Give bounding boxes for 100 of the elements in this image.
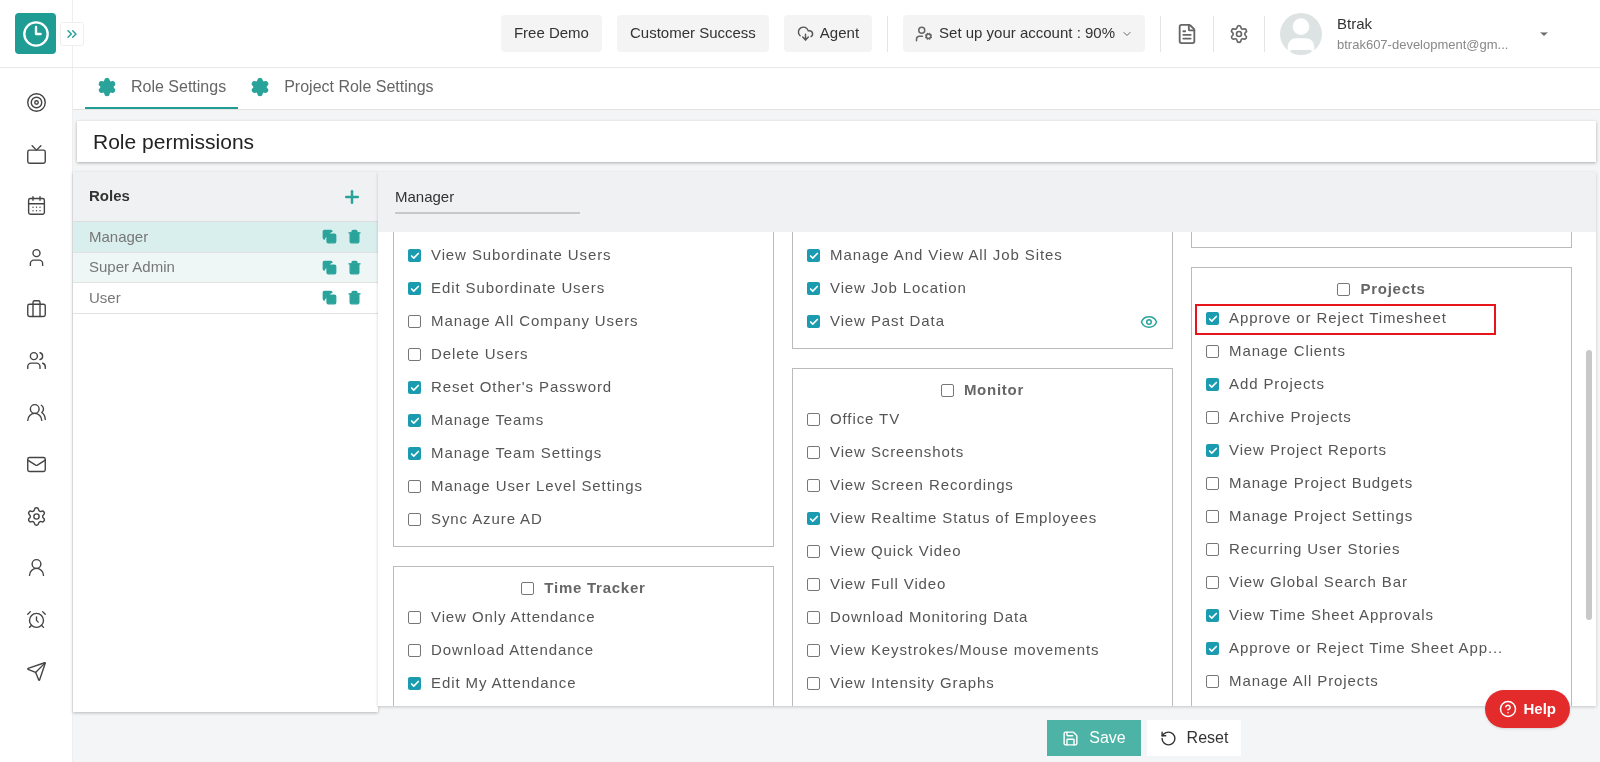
users-icon[interactable] — [25, 350, 47, 372]
agent-button[interactable]: Agent — [783, 15, 873, 52]
header-button[interactable]: Customer Success — [616, 15, 769, 52]
checkbox[interactable] — [807, 479, 820, 492]
permission-label: View Full Video — [830, 574, 947, 595]
tab[interactable]: Role Settings — [85, 67, 239, 109]
gear-icon — [250, 77, 271, 97]
delete-icon[interactable] — [347, 290, 362, 306]
delete-icon[interactable] — [347, 229, 362, 245]
checkbox[interactable] — [807, 512, 820, 525]
calendar-icon[interactable] — [25, 195, 47, 217]
page-title: Role permissions — [93, 128, 255, 155]
permission-label: View Only Attendance — [431, 607, 596, 628]
delete-icon[interactable] — [347, 259, 362, 275]
checkbox[interactable] — [1206, 345, 1219, 358]
header-button[interactable]: Free Demo — [500, 15, 602, 52]
role-name-field[interactable]: Manager — [395, 182, 580, 214]
permission-label: View Realtime Status of Employees — [830, 508, 1098, 529]
checkbox[interactable] — [940, 383, 954, 397]
checkbox[interactable] — [408, 480, 421, 493]
team-icon[interactable] — [25, 402, 47, 424]
expand-button[interactable] — [60, 22, 84, 46]
checkbox[interactable] — [1206, 444, 1219, 457]
send-icon[interactable] — [25, 660, 47, 682]
permission-label: Manage Teams — [431, 410, 545, 431]
role-item[interactable]: Super Admin — [73, 252, 378, 283]
gear-icon — [97, 77, 117, 97]
permission-label: View Job Location — [830, 278, 967, 299]
permission-label: Add Projects — [1229, 374, 1325, 395]
checkbox[interactable] — [408, 447, 421, 460]
permission-label: Edit Subordinate Users — [431, 278, 606, 299]
checkbox[interactable] — [807, 413, 820, 426]
checkbox[interactable] — [408, 611, 421, 624]
checkbox[interactable] — [1206, 411, 1219, 424]
permission-label: View Screenshots — [830, 442, 965, 463]
permission-label: Manage Team Settings — [431, 443, 603, 464]
checkbox[interactable] — [807, 677, 820, 690]
checkbox[interactable] — [408, 282, 421, 295]
checkbox[interactable] — [521, 581, 535, 595]
permission-label: Reset Other's Password — [431, 377, 613, 398]
roles-title: Roles — [89, 186, 130, 207]
checkbox[interactable] — [807, 578, 820, 591]
checkbox[interactable] — [807, 315, 820, 328]
checkbox[interactable] — [807, 644, 820, 657]
checkbox[interactable] — [408, 381, 421, 394]
copy-icon[interactable] — [322, 259, 337, 275]
reset-icon — [1159, 729, 1177, 747]
checkbox[interactable] — [408, 513, 421, 526]
checkbox[interactable] — [1206, 609, 1219, 622]
tab[interactable]: Project Role Settings — [238, 67, 446, 109]
permission-label: Manage Project Settings — [1229, 506, 1414, 527]
permission-label: View Project Reports — [1229, 440, 1387, 461]
checkbox[interactable] — [1206, 543, 1219, 556]
copy-icon[interactable] — [322, 290, 337, 306]
permission-label: View Time Sheet Approvals — [1229, 605, 1434, 626]
checkbox[interactable] — [408, 677, 421, 690]
permission-label: Office TV — [830, 409, 901, 430]
settings-icon[interactable] — [1229, 23, 1249, 44]
settings-icon[interactable] — [25, 505, 47, 527]
checkbox[interactable] — [408, 315, 421, 328]
checkbox[interactable] — [408, 249, 421, 262]
briefcase-icon[interactable] — [25, 298, 47, 320]
alarm-clock-icon[interactable] — [25, 608, 47, 630]
checkbox[interactable] — [408, 348, 421, 361]
checkbox[interactable] — [1206, 675, 1219, 688]
role-item[interactable]: User — [73, 283, 378, 314]
user-gear-icon — [915, 24, 934, 43]
checkbox[interactable] — [807, 249, 820, 262]
checkbox[interactable] — [1206, 378, 1219, 391]
checkbox[interactable] — [1337, 282, 1351, 296]
help-button[interactable]: Help — [1485, 690, 1570, 728]
checkbox[interactable] — [1206, 477, 1219, 490]
role-item[interactable]: Manager — [73, 222, 378, 253]
permission-label: View Keystrokes/Mouse movements — [830, 640, 1100, 661]
permission-label: Manage And View All Job Sites — [830, 245, 1063, 266]
checkbox[interactable] — [807, 282, 820, 295]
permission-label: Manage All Projects — [1229, 671, 1379, 692]
app-logo[interactable] — [15, 13, 56, 54]
copy-icon[interactable] — [322, 229, 337, 245]
checkbox[interactable] — [1206, 642, 1219, 655]
checkbox[interactable] — [1206, 312, 1219, 325]
checkbox[interactable] — [408, 414, 421, 427]
checkbox[interactable] — [1206, 576, 1219, 589]
permission-label: View Past Data — [830, 311, 945, 332]
checkbox[interactable] — [408, 644, 421, 657]
tv-icon[interactable] — [25, 143, 47, 165]
checkbox[interactable] — [807, 446, 820, 459]
reset-button[interactable]: Reset — [1147, 720, 1241, 756]
dashboard-icon[interactable] — [25, 92, 47, 113]
checkbox[interactable] — [807, 611, 820, 624]
permission-label: Approve or Reject Time Sheet App... — [1229, 638, 1504, 659]
permission-label: Recurring User Stories — [1229, 539, 1401, 560]
permission-label: Manage Project Budgets — [1229, 473, 1414, 494]
account-setup-button[interactable]: Set up your account : 90% — [903, 15, 1145, 52]
group-title: Time Tracker — [544, 577, 646, 598]
save-icon — [1062, 729, 1080, 747]
permission-label: View Global Search Bar — [1229, 572, 1408, 593]
checkbox[interactable] — [1206, 510, 1219, 523]
checkbox[interactable] — [807, 545, 820, 558]
document-icon[interactable] — [1176, 22, 1198, 45]
